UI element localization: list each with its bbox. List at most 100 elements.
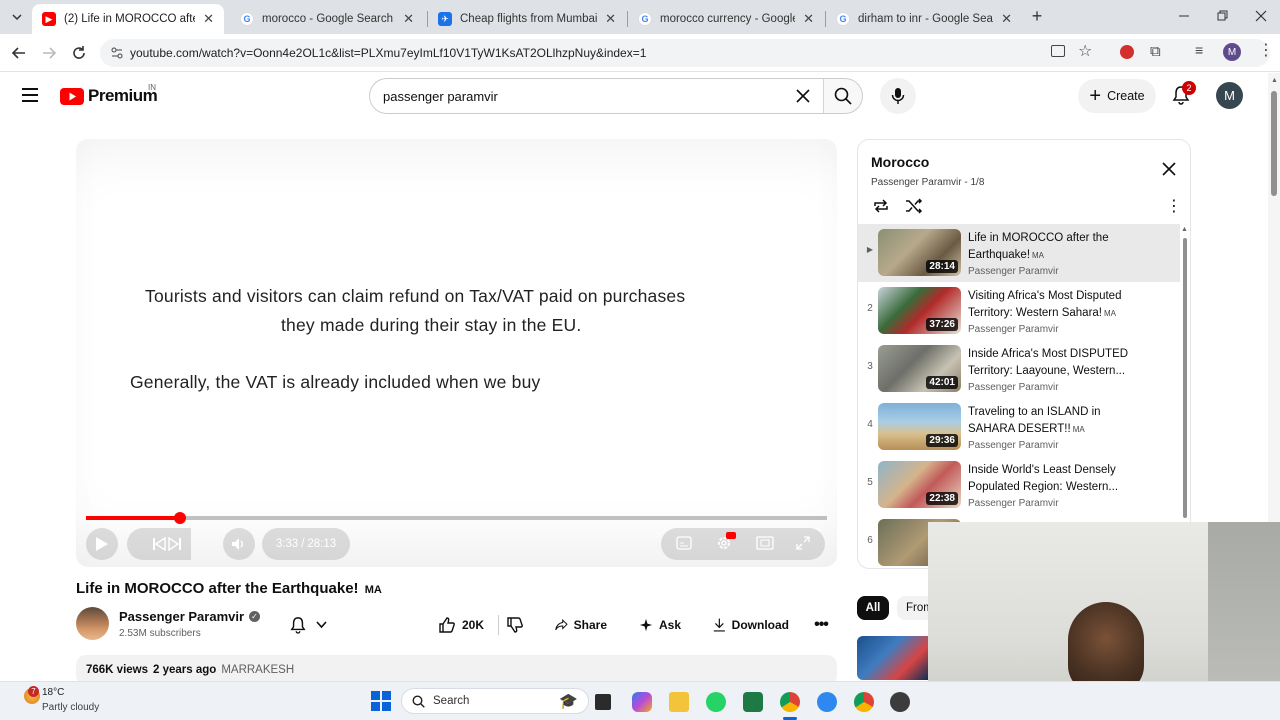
chip-all[interactable]: All (857, 596, 889, 620)
channel-avatar[interactable] (76, 607, 109, 640)
subscription-bell-button[interactable] (274, 609, 342, 641)
share-button[interactable]: Share (545, 609, 617, 641)
progress-bar[interactable] (86, 512, 827, 524)
search-button[interactable] (823, 78, 863, 114)
playlist-item[interactable]: 4 29:36 Traveling to an ISLAND in SAHARA… (858, 398, 1180, 456)
cast-icon[interactable] (1051, 45, 1065, 57)
tab-close-icon[interactable]: ✕ (605, 11, 616, 27)
progress-played (86, 516, 180, 520)
back-button[interactable] (10, 44, 28, 67)
share-icon (555, 618, 568, 631)
dislike-button[interactable] (500, 609, 532, 641)
tab-close-icon[interactable]: ✕ (1001, 11, 1012, 27)
theater-mode-button[interactable] (756, 536, 774, 555)
account-avatar[interactable]: M (1216, 82, 1243, 109)
next-button[interactable] (159, 528, 191, 560)
playlist-scrollbar[interactable]: ▲ (1180, 224, 1190, 520)
like-dislike-divider (498, 615, 499, 635)
close-playlist-button[interactable] (1162, 162, 1176, 181)
tab-title: Cheap flights from Mumbai to M (460, 13, 598, 25)
download-button[interactable]: Download (703, 609, 799, 641)
weather-widget[interactable]: 7 18°C Partly cloudy (22, 686, 132, 716)
volume-button[interactable] (223, 528, 255, 560)
profile-avatar[interactable]: M (1223, 43, 1241, 61)
video-thumbnail: 22:38 (878, 461, 961, 508)
reload-button[interactable] (70, 44, 88, 67)
excel-icon[interactable] (743, 692, 763, 712)
extensions-puzzle-icon[interactable]: ⧉ (1150, 43, 1161, 60)
progress-scrubber[interactable] (173, 512, 186, 524)
restore-button[interactable] (1214, 8, 1230, 24)
playlist-item[interactable]: 5 22:38 Inside World's Least Densely Pop… (858, 456, 1180, 514)
playlist-item[interactable]: ▶ 28:14 Life in MOROCCO after the Earthq… (858, 224, 1180, 282)
close-window-button[interactable] (1253, 8, 1269, 24)
clear-search-button[interactable] (795, 88, 811, 107)
browser-tab[interactable]: G dirham to inr - Google Search ✕ (826, 4, 1022, 34)
tab-title: (2) Life in MOROCCO after the E (64, 13, 195, 25)
file-explorer-icon[interactable] (669, 692, 689, 712)
create-button[interactable]: + Create (1078, 79, 1156, 113)
media-controls-icon[interactable]: ≡ (1195, 42, 1203, 58)
playlist-title[interactable]: Morocco (871, 154, 929, 170)
more-actions-button[interactable]: ••• (805, 609, 837, 641)
close-icon (1255, 10, 1267, 22)
notification-count-badge: 2 (1182, 81, 1196, 95)
whatsapp-icon[interactable] (706, 692, 726, 712)
taskbar-search[interactable]: Search 🎓 (401, 688, 589, 714)
tab-search-dropdown-button[interactable] (8, 8, 26, 26)
subtitles-button[interactable] (676, 536, 692, 555)
minimize-button[interactable] (1176, 8, 1192, 24)
loop-playlist-button[interactable] (872, 198, 890, 219)
site-info-icon[interactable] (110, 46, 124, 63)
playlist-menu-button[interactable]: ⋮ (1166, 196, 1182, 216)
youtube-premium-logo[interactable]: Premium (60, 86, 158, 106)
playlist-item[interactable]: 2 37:26 Visiting Africa's Most Disputed … (858, 282, 1180, 340)
recommended-video-thumbnail[interactable] (857, 636, 928, 680)
copilot-icon[interactable] (632, 692, 652, 712)
play-icon (96, 537, 108, 551)
minimize-icon (1179, 15, 1189, 17)
search-input[interactable]: passenger paramvir (369, 78, 824, 114)
settings-icon[interactable] (817, 692, 837, 712)
address-bar[interactable]: youtube.com/watch?v=Oonn4e2OL1c&list=PLX… (100, 39, 1270, 67)
start-button[interactable] (371, 691, 391, 711)
video-player[interactable]: Tourists and visitors can claim refund o… (76, 139, 837, 567)
app-icon[interactable] (890, 692, 910, 712)
browser-tab[interactable]: G morocco - Google Search ✕ (230, 4, 424, 34)
shuffle-playlist-button[interactable] (905, 198, 923, 219)
browser-tab[interactable]: G morocco currency - Google Sear ✕ (628, 4, 824, 34)
bookmark-star-icon[interactable]: ☆ (1078, 41, 1092, 61)
browser-menu-icon[interactable]: ⋮ (1258, 40, 1274, 60)
voice-search-button[interactable] (880, 78, 916, 114)
scrollbar-up-arrow[interactable]: ▲ (1181, 226, 1188, 233)
fullscreen-button[interactable] (796, 536, 810, 555)
chrome-profile-icon[interactable] (854, 692, 874, 712)
like-button[interactable]: 20K (428, 609, 496, 641)
browser-tab[interactable]: ▶ (2) Life in MOROCCO after the E ✕ (32, 4, 224, 34)
forward-button[interactable] (40, 44, 58, 67)
guide-menu-button[interactable] (22, 88, 38, 107)
duration-badge: 28:14 (926, 260, 958, 273)
scrollbar-thumb[interactable] (1183, 238, 1187, 518)
location-tag[interactable]: MARRAKESH (221, 664, 294, 676)
chrome-icon[interactable] (780, 692, 800, 712)
settings-button[interactable] (716, 532, 736, 556)
task-view-icon[interactable] (595, 694, 611, 710)
tab-close-icon[interactable]: ✕ (403, 11, 414, 27)
ask-button[interactable]: Ask (629, 609, 691, 641)
tab-close-icon[interactable]: ✕ (203, 11, 214, 27)
video-text-line-3: Generally, the VAT is already included w… (130, 372, 541, 392)
extension-red-icon[interactable] (1120, 45, 1134, 59)
browser-tab[interactable]: ✈ Cheap flights from Mumbai to M ✕ (428, 4, 626, 34)
notifications-button[interactable]: 2 (1172, 81, 1196, 110)
tab-close-icon[interactable]: ✕ (803, 11, 814, 27)
arrow-left-icon (11, 47, 25, 59)
playlist-item[interactable]: 3 42:01 Inside Africa's Most DISPUTED Te… (858, 340, 1180, 398)
scrollbar-up-arrow[interactable]: ▲ (1271, 77, 1278, 84)
scrollbar-thumb[interactable] (1271, 91, 1277, 196)
windows-logo-icon (371, 691, 391, 711)
channel-name[interactable]: Passenger Paramvir ✓ (119, 609, 261, 624)
play-button[interactable] (86, 528, 118, 560)
new-tab-button[interactable]: + (1028, 7, 1046, 26)
plus-icon: + (1089, 85, 1102, 107)
